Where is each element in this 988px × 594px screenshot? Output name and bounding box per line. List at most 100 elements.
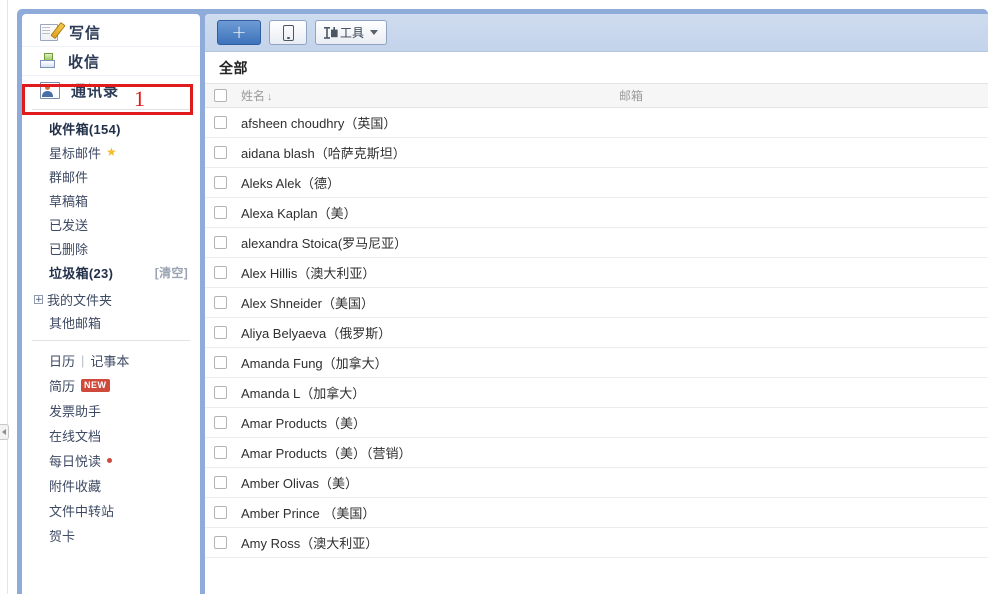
column-header-name[interactable]: 姓名 ↓ (235, 87, 615, 104)
row-checkbox[interactable] (213, 326, 227, 339)
table-row[interactable]: Aliya Belyaeva（俄罗斯） (205, 318, 988, 348)
sidebar-item-invoice-helper[interactable]: 发票助手 (22, 398, 200, 423)
sidebar-item-calendar-notes[interactable]: 日历 | 记事本 (22, 348, 200, 373)
page-title: 全部 (219, 59, 248, 76)
sidebar: 写信 收信 通讯录 收件箱(154) 星标邮件 ★ 群邮件 草稿箱 已发送 已删… (22, 14, 200, 594)
sidebar-item-receive[interactable]: 收信 (22, 47, 200, 76)
row-checkbox[interactable] (213, 536, 227, 549)
row-select-cell (205, 536, 235, 549)
sidebar-tools-list: 日历 | 记事本 简历 NEW 发票助手 在线文档 每日悦读 附件收藏 文件中转… (22, 341, 200, 548)
table-row[interactable]: alexandra Stoica(罗马尼亚） (205, 228, 988, 258)
contact-name[interactable]: Amar Products（美） (235, 413, 615, 432)
sidebar-item-calendar-label[interactable]: 日历 (49, 351, 75, 370)
left-edge-rule (7, 0, 8, 594)
sidebar-item-attachment-favorites[interactable]: 附件收藏 (22, 473, 200, 498)
contact-name[interactable]: aidana blash（哈萨克斯坦） (235, 143, 615, 162)
sidebar-item-other-mailbox[interactable]: 其他邮箱 (22, 311, 200, 334)
table-row[interactable]: Amber Prince （美国） (205, 498, 988, 528)
contact-name[interactable]: Amber Prince （美国） (235, 503, 615, 522)
row-select-cell (205, 386, 235, 399)
new-badge: NEW (81, 379, 110, 392)
contact-name[interactable]: Amber Olivas（美） (235, 473, 615, 492)
contact-name[interactable]: alexandra Stoica(罗马尼亚） (235, 233, 615, 252)
table-row[interactable]: Aleks Alek（德） (205, 168, 988, 198)
expand-plus-icon[interactable]: + (34, 295, 43, 305)
select-all-checkbox[interactable] (213, 89, 227, 102)
tools-icon (324, 26, 338, 39)
contact-name[interactable]: Aleks Alek（德） (235, 173, 615, 192)
sidebar-item-compose[interactable]: 写信 (22, 18, 200, 47)
table-row[interactable]: Alex Shneider（美国） (205, 288, 988, 318)
folder-item-deleted[interactable]: 已删除 (22, 236, 200, 260)
sidebar-item-online-doc[interactable]: 在线文档 (22, 423, 200, 448)
sidebar-item-daily-read[interactable]: 每日悦读 (22, 448, 200, 473)
sidebar-item-resume[interactable]: 简历 NEW (22, 373, 200, 398)
table-row[interactable]: Alexa Kaplan（美） (205, 198, 988, 228)
row-checkbox[interactable] (213, 116, 227, 129)
row-checkbox[interactable] (213, 236, 227, 249)
row-select-cell (205, 266, 235, 279)
row-select-cell (205, 146, 235, 159)
folder-item-group-mail[interactable]: 群邮件 (22, 164, 200, 188)
plus-icon: + (231, 21, 247, 43)
star-icon: ★ (106, 145, 117, 159)
folder-item-drafts[interactable]: 草稿箱 (22, 188, 200, 212)
contact-name[interactable]: Alex Shneider（美国） (235, 293, 615, 312)
folder-item-trash-empty-link[interactable]: [清空] (155, 264, 188, 281)
row-checkbox[interactable] (213, 416, 227, 429)
table-row[interactable]: Amy Ross（澳大利亚） (205, 528, 988, 558)
sidebar-item-file-transfer[interactable]: 文件中转站 (22, 498, 200, 523)
row-select-cell (205, 206, 235, 219)
sidebar-item-compose-label: 写信 (69, 24, 102, 42)
contact-name[interactable]: Aliya Belyaeva（俄罗斯） (235, 323, 615, 342)
contact-name[interactable]: Amy Ross（澳大利亚） (235, 533, 615, 552)
column-header-email[interactable]: 邮箱 (615, 87, 988, 104)
table-row[interactable]: Amanda L（加拿大） (205, 378, 988, 408)
sidebar-item-invoice-helper-label: 发票助手 (49, 404, 102, 419)
table-row[interactable]: Amanda Fung（加拿大） (205, 348, 988, 378)
row-select-cell (205, 296, 235, 309)
sidebar-item-notes-label[interactable]: 记事本 (90, 351, 129, 370)
row-select-cell (205, 476, 235, 489)
sidebar-collapse-handle[interactable] (0, 424, 9, 440)
sidebar-item-contacts[interactable]: 通讯录 (22, 76, 200, 105)
contact-name[interactable]: Alex Hillis（澳大利亚） (235, 263, 615, 282)
row-checkbox[interactable] (213, 206, 227, 219)
folder-item-inbox[interactable]: 收件箱(154) (22, 116, 200, 140)
folder-item-starred[interactable]: 星标邮件 ★ (22, 140, 200, 164)
contact-name[interactable]: Amanda L（加拿大） (235, 383, 615, 402)
sort-descending-icon: ↓ (267, 91, 273, 103)
tools-dropdown-button[interactable]: 工具 (315, 20, 388, 45)
row-checkbox[interactable] (213, 386, 227, 399)
contact-name[interactable]: afsheen choudhry（英国） (235, 113, 615, 132)
row-select-cell (205, 356, 235, 369)
row-checkbox[interactable] (213, 356, 227, 369)
folder-item-trash[interactable]: 垃圾箱(23) [清空] (22, 260, 200, 284)
table-row[interactable]: afsheen choudhry（英国） (205, 108, 988, 138)
table-row[interactable]: Amar Products（美） (205, 408, 988, 438)
contact-name[interactable]: Amar Products（美）（营销） (235, 443, 615, 462)
row-checkbox[interactable] (213, 476, 227, 489)
table-row[interactable]: Amber Olivas（美） (205, 468, 988, 498)
table-row[interactable]: Amar Products（美）（营销） (205, 438, 988, 468)
row-checkbox[interactable] (213, 176, 227, 189)
folder-item-starred-label: 星标邮件 (49, 145, 102, 161)
row-checkbox[interactable] (213, 146, 227, 159)
row-checkbox[interactable] (213, 266, 227, 279)
table-row[interactable]: aidana blash（哈萨克斯坦） (205, 138, 988, 168)
folder-item-sent[interactable]: 已发送 (22, 212, 200, 236)
contact-name[interactable]: Amanda Fung（加拿大） (235, 353, 615, 372)
mobile-contacts-button[interactable] (269, 20, 307, 45)
add-contact-button[interactable]: + (217, 20, 261, 45)
row-checkbox[interactable] (213, 296, 227, 309)
content-panel: + 工具 全部 姓名 ↓ 邮箱 afsheen choudhry（英国） aid… (205, 14, 988, 594)
row-checkbox[interactable] (213, 506, 227, 519)
contacts-table: 姓名 ↓ 邮箱 afsheen choudhry（英国） aidana blash（… (205, 83, 988, 558)
row-checkbox[interactable] (213, 446, 227, 459)
sidebar-item-my-folders[interactable]: + 我的文件夹 (22, 288, 200, 311)
sidebar-item-contacts-label: 通讯录 (71, 83, 120, 100)
row-select-cell (205, 416, 235, 429)
sidebar-item-greeting-card[interactable]: 贺卡 (22, 523, 200, 548)
contact-name[interactable]: Alexa Kaplan（美） (235, 203, 615, 222)
table-row[interactable]: Alex Hillis（澳大利亚） (205, 258, 988, 288)
